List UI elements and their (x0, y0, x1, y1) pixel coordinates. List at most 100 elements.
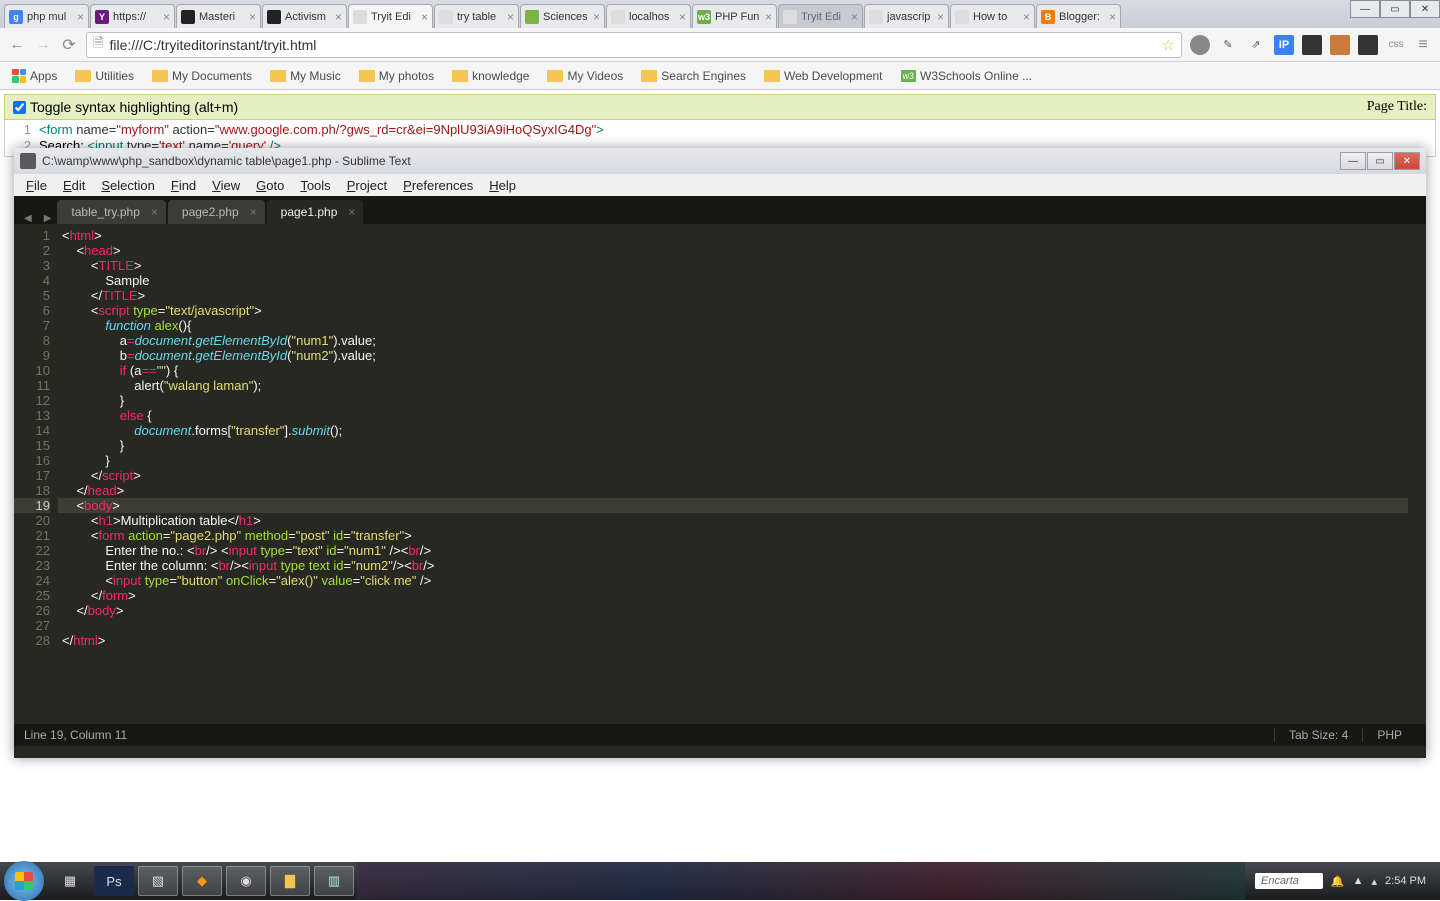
bookmark-item[interactable]: knowledge (448, 66, 533, 86)
status-tabsize[interactable]: Tab Size: 4 (1274, 728, 1362, 742)
tab-close-icon[interactable]: × (77, 10, 84, 24)
menu-file[interactable]: File (18, 176, 55, 195)
browser-tab[interactable]: Yhttps://× (90, 4, 175, 28)
tray-icon[interactable]: ▲ (1353, 875, 1364, 887)
taskbar-item[interactable]: ▦ (50, 866, 90, 896)
tab-close-icon[interactable]: × (348, 205, 355, 219)
menu-find[interactable]: Find (163, 176, 204, 195)
tab-nav-left-icon[interactable]: ◀ (18, 213, 38, 224)
tab-close-icon[interactable]: × (335, 10, 342, 24)
extension-icon[interactable]: ⇗ (1246, 35, 1266, 55)
tab-nav-right-icon[interactable]: ▶ (38, 213, 58, 224)
browser-tab[interactable]: Masteri× (176, 4, 261, 28)
taskbar-chrome[interactable]: ◉ (226, 866, 266, 896)
toggle-syntax-label: Toggle syntax highlighting (alt+m) (30, 99, 238, 115)
bookmark-item[interactable]: w3W3Schools Online ... (897, 66, 1037, 86)
reload-button[interactable]: ⟳ (60, 36, 78, 54)
tab-close-icon[interactable]: × (593, 10, 600, 24)
editor-tab[interactable]: table_try.php× (57, 200, 166, 224)
menu-project[interactable]: Project (339, 176, 395, 195)
menu-goto[interactable]: Goto (248, 176, 292, 195)
extension-icon[interactable] (1330, 35, 1350, 55)
window-minimize[interactable]: — (1350, 0, 1380, 18)
window-close[interactable]: ✕ (1410, 0, 1440, 18)
bookmarks-bar: Apps Utilities My Documents My Music My phot… (0, 62, 1440, 90)
bookmark-item[interactable]: My Documents (148, 66, 256, 86)
start-button[interactable] (4, 861, 44, 901)
extension-icon[interactable] (1302, 35, 1322, 55)
bookmark-item[interactable]: Utilities (71, 66, 138, 86)
editor-tab[interactable]: page2.php× (168, 200, 265, 224)
browser-tab[interactable]: javascrip× (864, 4, 949, 28)
sublime-editor[interactable]: 1234567891011121314151617181920212223242… (14, 224, 1426, 724)
tab-close-icon[interactable]: × (765, 10, 772, 24)
menu-view[interactable]: View (204, 176, 248, 195)
window-maximize[interactable]: ▭ (1380, 0, 1410, 18)
taskbar-notepad[interactable]: ▥ (314, 866, 354, 896)
taskbar-item-sublime[interactable]: ◆ (182, 866, 222, 896)
bookmark-item[interactable]: My Music (266, 66, 345, 86)
editor-tab[interactable]: page1.php× (267, 200, 364, 224)
tab-close-icon[interactable]: × (937, 10, 944, 24)
tab-close-icon[interactable]: × (1109, 10, 1116, 24)
tray-icon[interactable]: 🔔 (1331, 875, 1345, 888)
browser-tab[interactable]: w3PHP Fun× (692, 4, 777, 28)
bookmark-item[interactable]: My Videos (543, 66, 627, 86)
menu-tools[interactable]: Tools (292, 176, 338, 195)
toggle-syntax-checkbox[interactable]: Toggle syntax highlighting (alt+m) (13, 99, 238, 115)
tab-close-icon[interactable]: × (151, 205, 158, 219)
menu-edit[interactable]: Edit (55, 176, 93, 195)
browser-tab[interactable]: gphp mul× (4, 4, 89, 28)
forward-button[interactable]: → (34, 36, 52, 54)
browser-tab[interactable]: Sciences× (520, 4, 605, 28)
browser-tab[interactable]: Tryit Edi× (348, 4, 433, 28)
extension-icon[interactable]: ✎ (1218, 35, 1238, 55)
tab-close-icon[interactable]: × (851, 10, 858, 24)
browser-tab[interactable]: Tryit Edi× (778, 4, 863, 28)
toggle-syntax-input[interactable] (13, 101, 26, 114)
tab-close-icon[interactable]: × (507, 10, 514, 24)
tab-close-icon[interactable]: × (249, 10, 256, 24)
tab-close-icon[interactable]: × (250, 205, 257, 219)
browser-tab[interactable]: try table× (434, 4, 519, 28)
browser-tab[interactable]: localhos× (606, 4, 691, 28)
sublime-titlebar[interactable]: C:\wamp\www\php_sandbox\dynamic table\pa… (14, 148, 1426, 174)
browser-tab[interactable]: Activism× (262, 4, 347, 28)
bookmark-item[interactable]: Apps (8, 66, 61, 86)
sublime-minimize[interactable]: — (1340, 152, 1366, 170)
system-tray[interactable]: Encarta 🔔 ▲ ▴ 2:54 PM (1245, 873, 1436, 889)
menu-help[interactable]: Help (481, 176, 524, 195)
taskbar-explorer[interactable]: ▇ (270, 866, 310, 896)
encarta-widget[interactable]: Encarta (1255, 873, 1323, 889)
bookmark-star-icon[interactable]: ☆ (1162, 36, 1175, 54)
extension-icon[interactable] (1190, 35, 1210, 55)
bookmark-item[interactable]: My photos (355, 66, 438, 86)
minimap[interactable] (1408, 224, 1426, 724)
status-language[interactable]: PHP (1362, 728, 1416, 742)
bookmark-item[interactable]: Search Engines (637, 66, 750, 86)
menu-preferences[interactable]: Preferences (395, 176, 481, 195)
code-area[interactable]: <html> <head> <TITLE> Sample </TITLE> <s… (58, 224, 1408, 724)
tab-close-icon[interactable]: × (1023, 10, 1030, 24)
tray-expand-icon[interactable]: ▴ (1372, 875, 1378, 888)
menu-selection[interactable]: Selection (93, 176, 162, 195)
tray-clock[interactable]: 2:54 PM (1385, 875, 1426, 887)
taskbar-photoshop[interactable]: Ps (94, 866, 134, 896)
sublime-close[interactable]: ✕ (1394, 152, 1420, 170)
address-bar[interactable]: 🗎 file:///C:/tryiteditorinstant/tryit.ht… (86, 32, 1182, 58)
taskbar-item[interactable]: ▧ (138, 866, 178, 896)
browser-tab[interactable]: How to× (950, 4, 1035, 28)
taskbar-spacer (356, 862, 1245, 900)
extension-ip-icon[interactable]: IP (1274, 35, 1294, 55)
tab-close-icon[interactable]: × (163, 10, 170, 24)
back-button[interactable]: ← (8, 36, 26, 54)
tab-close-icon[interactable]: × (421, 10, 428, 24)
chrome-menu-icon[interactable]: ≡ (1414, 36, 1432, 54)
extension-icon[interactable] (1358, 35, 1378, 55)
browser-tab[interactable]: BBlogger:× (1036, 4, 1121, 28)
tab-close-icon[interactable]: × (679, 10, 686, 24)
extension-css-icon[interactable]: css (1386, 35, 1406, 55)
bookmark-item[interactable]: Web Development (760, 66, 887, 86)
browser-toolbar: ← → ⟳ 🗎 file:///C:/tryiteditorinstant/tr… (0, 28, 1440, 62)
sublime-maximize[interactable]: ▭ (1367, 152, 1393, 170)
